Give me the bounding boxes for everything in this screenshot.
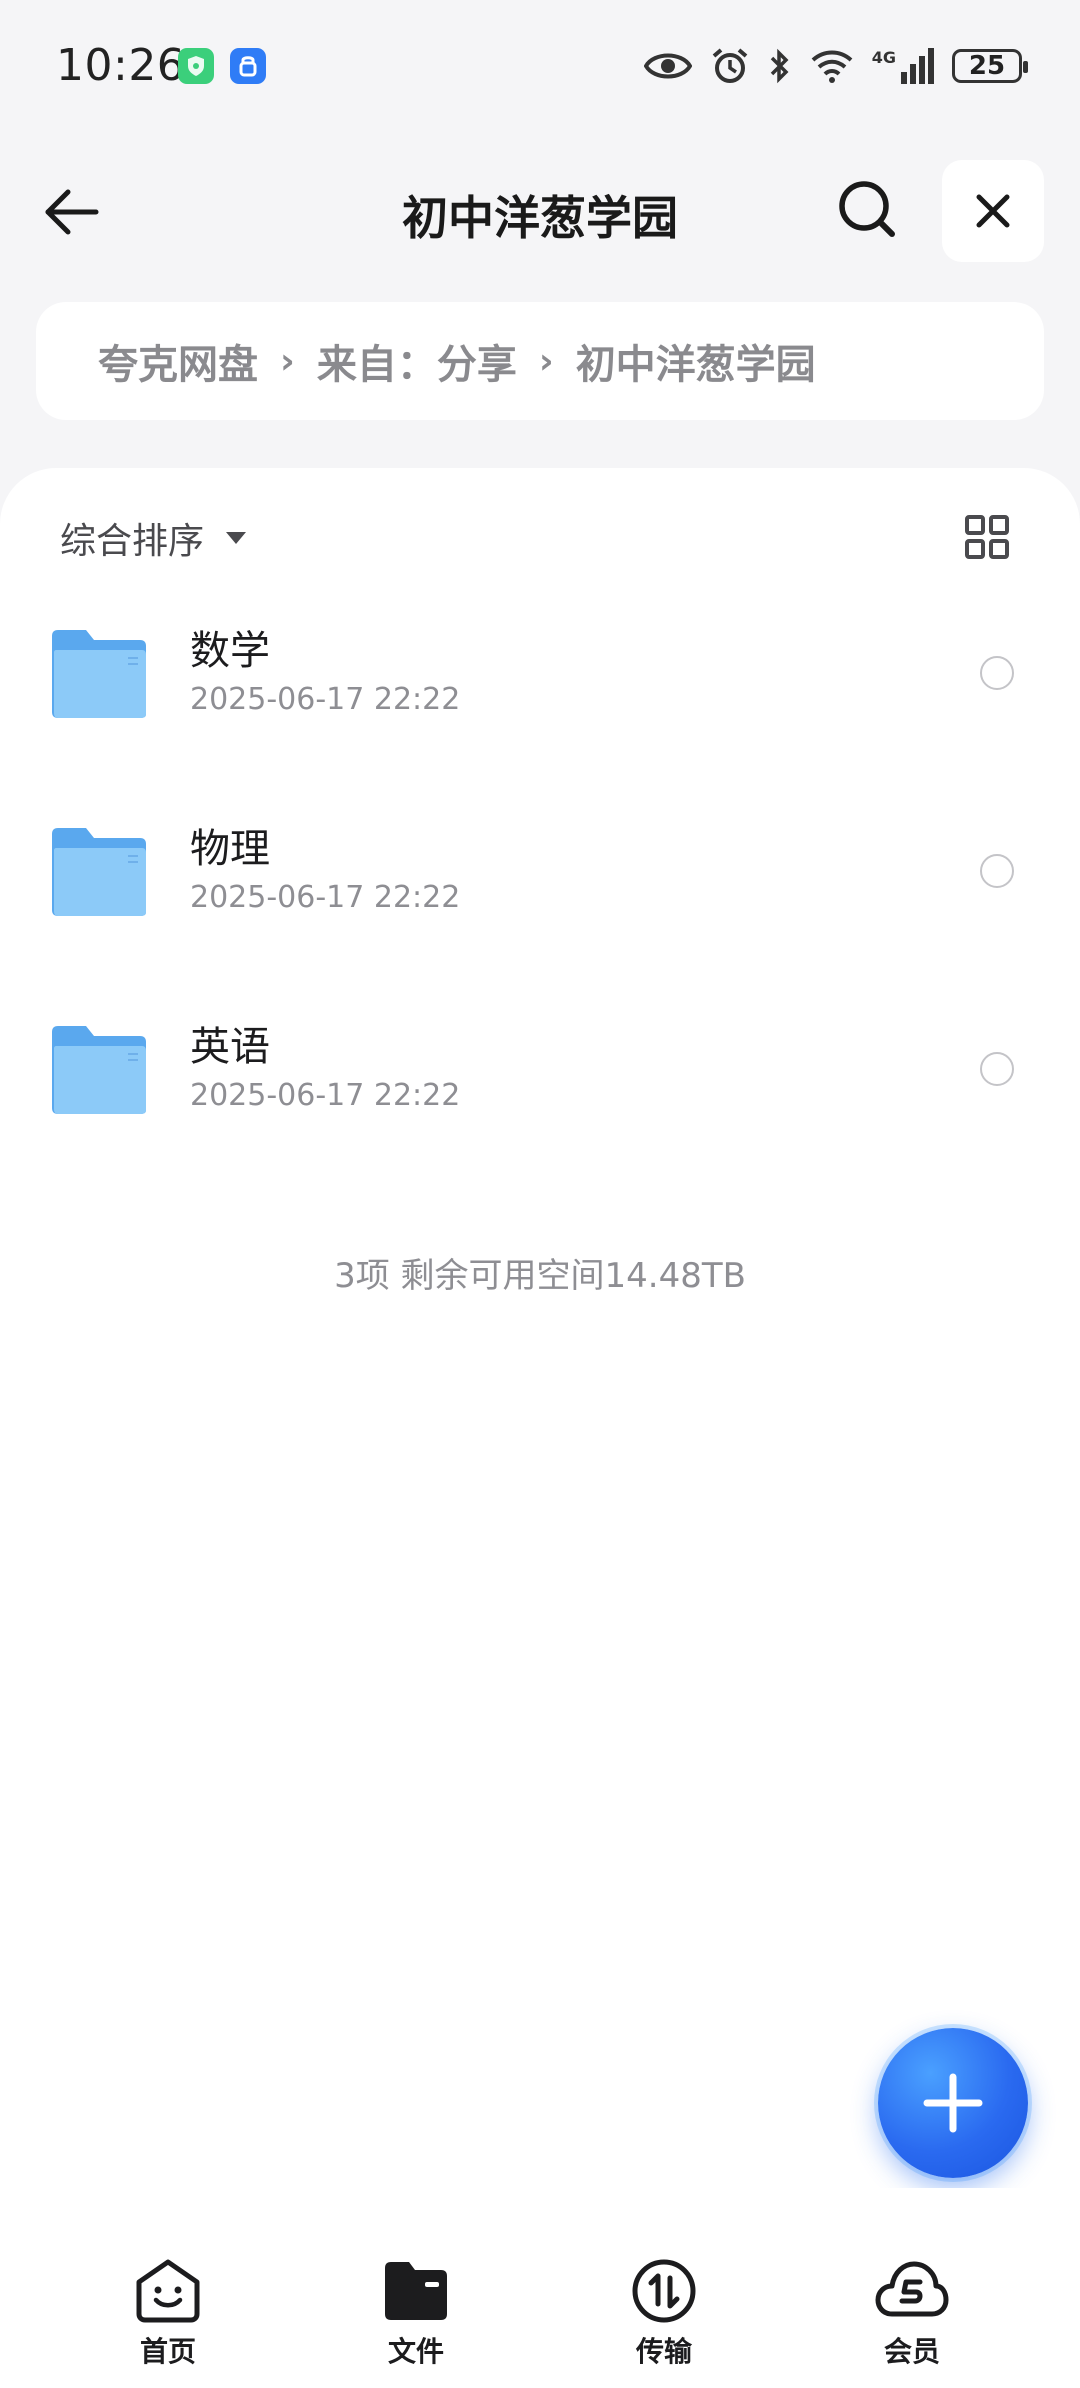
- grid-view-toggle[interactable]: [964, 514, 1010, 560]
- header: 初中洋葱学园: [0, 160, 1080, 262]
- nav-item-files[interactable]: 文件: [336, 2258, 496, 2370]
- breadcrumb: 夸克网盘 › 来自：分享 › 初中洋葱学园: [36, 302, 1044, 420]
- nav-item-member[interactable]: 会员: [832, 2258, 992, 2370]
- file-panel: 综合排序 数学 2025-06-17 22:22 物理 2025-06-17 2…: [0, 468, 1080, 2188]
- file-row[interactable]: 英语 2025-06-17 22:22: [0, 974, 1080, 1172]
- file-date: 2025-06-17 22:22: [190, 682, 461, 717]
- home-smile-icon: [136, 2259, 200, 2323]
- grid-icon: [965, 515, 1009, 559]
- nav-label: 会员: [883, 2335, 940, 2368]
- file-name: 物理: [190, 826, 270, 872]
- nav-item-home[interactable]: 首页: [88, 2258, 248, 2370]
- plus-icon: [923, 2073, 983, 2133]
- sort-label: 综合排序: [60, 521, 205, 562]
- lock-app-icon: [230, 48, 266, 84]
- folder-icon: [52, 630, 146, 718]
- eye-icon: [643, 53, 692, 79]
- breadcrumb-separator: ›: [538, 340, 554, 382]
- status-time: 10:26: [56, 40, 186, 91]
- add-button[interactable]: [878, 2028, 1028, 2178]
- caret-down-icon: [226, 532, 247, 544]
- select-checkbox[interactable]: [980, 656, 1014, 690]
- nav-label: 传输: [635, 2335, 692, 2368]
- select-checkbox[interactable]: [980, 854, 1014, 888]
- file-row[interactable]: 数学 2025-06-17 22:22: [0, 578, 1080, 776]
- breadcrumb-separator: ›: [280, 340, 295, 382]
- storage-summary: 3项 剩余可用空间14.48TB: [334, 1256, 746, 1296]
- alarm-icon: [712, 48, 748, 83]
- file-date: 2025-06-17 22:22: [190, 1078, 461, 1113]
- file-date: 2025-06-17 22:22: [190, 880, 461, 915]
- status-icons: 4G 25: [643, 44, 1028, 88]
- nav-item-transfer[interactable]: 传输: [584, 2258, 744, 2370]
- search-icon: [839, 181, 895, 237]
- signal-4g: 4G: [872, 48, 934, 84]
- folder-icon: [52, 1026, 146, 1114]
- shield-app-icon: [178, 48, 214, 84]
- breadcrumb-item-share[interactable]: 来自：分享: [317, 332, 517, 390]
- wifi-icon: [811, 50, 853, 83]
- close-icon: [976, 194, 1010, 228]
- transfer-icon: [632, 2259, 696, 2323]
- bluetooth-icon: [770, 48, 789, 84]
- file-list: 数学 2025-06-17 22:22 物理 2025-06-17 22:22 …: [0, 578, 1080, 1172]
- bottom-nav: 首页 文件 传输 会员: [0, 2188, 1080, 2388]
- battery-indicator: 25: [952, 49, 1028, 83]
- page-title: 初中洋葱学园: [402, 191, 678, 245]
- nav-label: 首页: [139, 2335, 196, 2368]
- folder-card-icon: [385, 2262, 447, 2320]
- cloud-member-icon: [875, 2261, 949, 2317]
- folder-icon: [52, 828, 146, 916]
- file-row[interactable]: 物理 2025-06-17 22:22: [0, 776, 1080, 974]
- close-button[interactable]: [942, 160, 1044, 262]
- select-checkbox[interactable]: [980, 1052, 1014, 1086]
- sort-button[interactable]: 综合排序: [60, 512, 247, 564]
- file-name: 英语: [190, 1024, 270, 1070]
- file-name: 数学: [190, 628, 270, 674]
- network-type: 4G: [871, 48, 896, 67]
- nav-label: 文件: [387, 2335, 444, 2368]
- status-bar: 10:26 4G 25: [0, 0, 1080, 130]
- breadcrumb-item-current: 初中洋葱学园: [575, 342, 816, 388]
- breadcrumb-item-root[interactable]: 夸克网盘: [98, 332, 258, 390]
- search-button[interactable]: [836, 178, 906, 248]
